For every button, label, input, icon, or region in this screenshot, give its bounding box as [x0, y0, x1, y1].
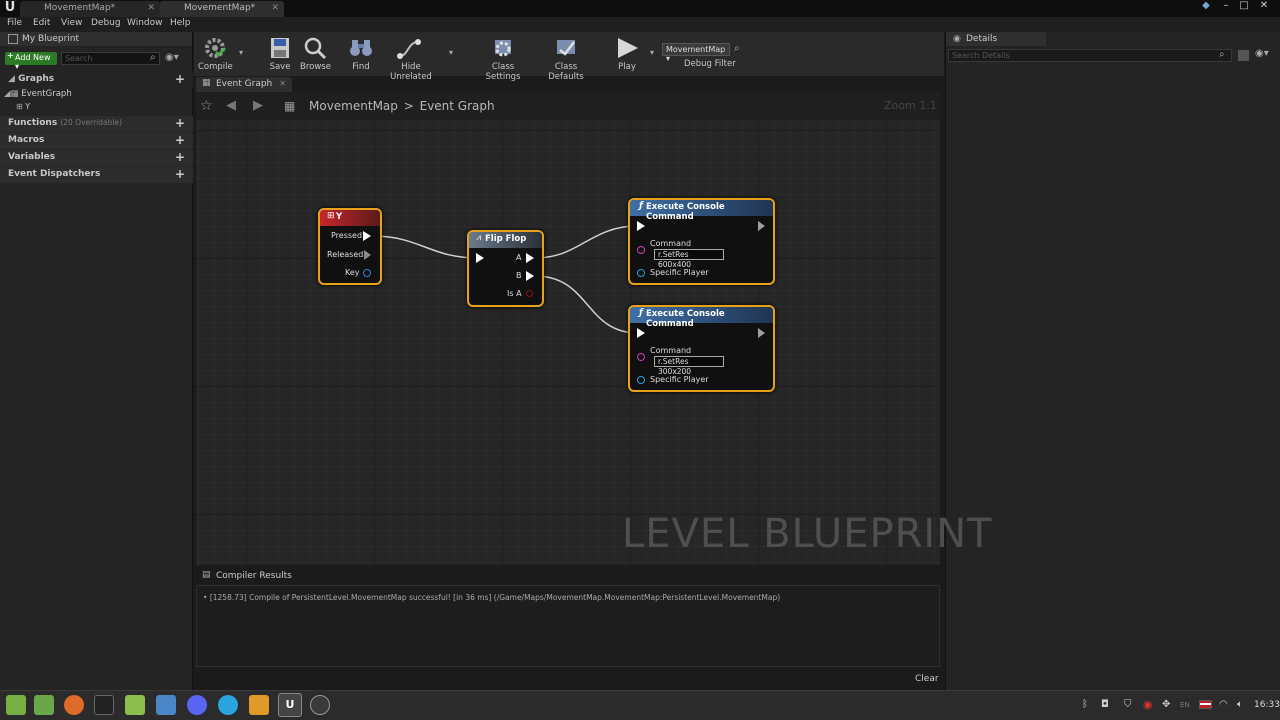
command-label: Command [650, 239, 692, 248]
compiler-tab-label: Compiler Results [216, 571, 292, 581]
bullet-icon: • [203, 593, 208, 602]
log-entry[interactable]: • [1258.73] Compile of PersistentLevel.M… [203, 593, 780, 602]
exec-pin-released[interactable] [364, 250, 371, 260]
flag-icon[interactable] [1199, 700, 1212, 709]
exec-wire-a [534, 225, 639, 259]
compiler-results-log: • [1258.73] Compile of PersistentLevel.M… [196, 585, 940, 667]
node-title: Execute Console Command [646, 202, 725, 222]
exec-wire-pressed [371, 235, 479, 259]
volume-icon[interactable]: 🔈︎ [1237, 699, 1243, 710]
command-field[interactable]: r.SetRes 300x200 [654, 356, 724, 376]
node-title: Y [336, 212, 343, 222]
node-title: Flip Flop [485, 234, 527, 244]
pin-is-a-label: Is A [507, 289, 522, 298]
pin-a-label: A [516, 253, 522, 262]
exec-pin-in[interactable] [637, 328, 645, 338]
node-header: Execute Console Command [630, 200, 773, 222]
pin-b-label: B [516, 271, 522, 280]
keyboard-layout[interactable]: EN [1180, 701, 1190, 709]
specific-player-label: Specific Player [650, 268, 709, 277]
object-pin-player[interactable] [637, 269, 645, 277]
steam-icon[interactable] [310, 695, 330, 715]
telegram-icon[interactable] [218, 695, 238, 715]
exec-pin-pressed[interactable] [363, 231, 371, 241]
firefox-icon[interactable] [64, 695, 84, 715]
macro-icon: ⩘ [476, 233, 482, 243]
shield-icon[interactable]: ⛉ [1124, 699, 1132, 710]
wifi-icon[interactable]: ◠ [1219, 699, 1228, 710]
pin-pressed-label: Pressed [331, 231, 363, 240]
sublime-icon[interactable] [249, 695, 269, 715]
compiler-icon: ▤ [202, 570, 211, 580]
function-icon: ƒ [639, 201, 643, 211]
node-header: Execute Console Command [630, 307, 773, 329]
pin-key-label: Key [345, 268, 360, 277]
exec-wire-b [534, 275, 639, 334]
struct-pin-key[interactable] [363, 269, 371, 277]
files-icon[interactable] [125, 695, 145, 715]
browser-icon[interactable] [156, 695, 176, 715]
exec-pin-out[interactable] [758, 328, 765, 338]
string-pin-command[interactable] [637, 353, 645, 361]
clock[interactable]: 16:33 [1254, 700, 1280, 710]
keyboard-icon: ⊞ [327, 211, 335, 221]
discord-tray-icon[interactable]: ◘ [1101, 699, 1109, 710]
terminal-icon[interactable] [94, 695, 114, 715]
object-pin-player[interactable] [637, 376, 645, 384]
show-desktop-icon[interactable] [34, 695, 54, 715]
bool-pin-is-a[interactable] [526, 290, 533, 297]
clear-button[interactable]: Clear [915, 674, 939, 684]
command-field[interactable]: r.SetRes 600x400 [654, 249, 724, 269]
function-icon: ƒ [639, 308, 643, 318]
exec-pin-a[interactable] [526, 253, 534, 263]
string-pin-command[interactable] [637, 246, 645, 254]
discord-icon[interactable] [187, 695, 207, 715]
log-message: [1258.73] Compile of PersistentLevel.Mov… [209, 593, 781, 602]
exec-pin-in[interactable] [637, 221, 645, 231]
specific-player-label: Specific Player [650, 375, 709, 384]
node-title: Execute Console Command [646, 309, 725, 329]
mint-menu-icon[interactable] [6, 695, 26, 715]
unreal-editor-icon[interactable]: U [278, 693, 302, 717]
command-label: Command [650, 346, 692, 355]
dropbox-icon[interactable]: ✥ [1162, 699, 1170, 710]
exec-pin-out[interactable] [758, 221, 765, 231]
steam-tray-icon[interactable]: ◉ [1143, 698, 1153, 711]
exec-pin-in[interactable] [476, 253, 484, 263]
compiler-results-tab[interactable]: ▤ Compiler Results [196, 569, 296, 584]
pin-released-label: Released [327, 250, 364, 259]
bluetooth-icon[interactable]: ᛒ [1082, 699, 1088, 710]
exec-pin-b[interactable] [526, 271, 534, 281]
